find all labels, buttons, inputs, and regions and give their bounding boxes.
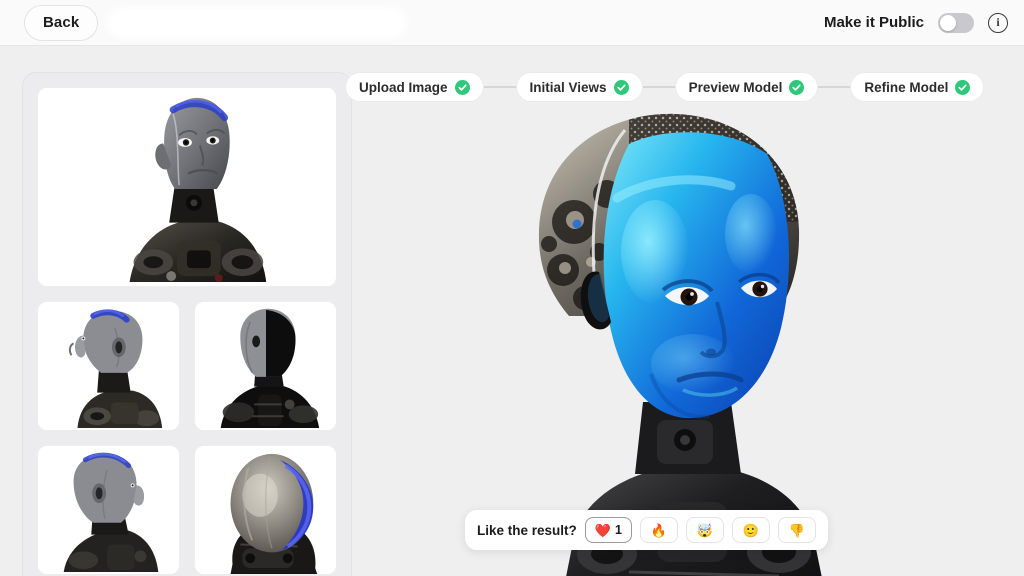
reaction-prompt-label: Like the result? — [477, 522, 577, 538]
step-upload-image[interactable]: Upload Image — [345, 72, 484, 102]
thumbnail-left-profile[interactable] — [37, 301, 180, 431]
header-actions: Make it Public i — [823, 12, 1008, 33]
app-root: Back Make it Public i Upload Image Initi… — [0, 0, 1024, 576]
make-it-public-label: Make it Public — [823, 14, 924, 31]
thumbs-down-icon: 👎 — [788, 522, 806, 538]
make-it-public-toggle[interactable] — [938, 12, 974, 33]
robot-back-view-image — [195, 302, 336, 430]
reaction-fire-button[interactable]: 🔥 — [639, 517, 678, 543]
fire-icon: 🔥 — [650, 522, 668, 538]
toggle-knob — [940, 14, 956, 31]
progress-stepper: Upload Image Initial Views Preview Model… — [345, 72, 1005, 102]
step-connector — [642, 86, 675, 88]
smile-icon: 🙂 — [742, 522, 760, 538]
model-viewport[interactable] — [353, 46, 1024, 576]
check-circle-icon — [789, 79, 805, 95]
step-initial-views[interactable]: Initial Views — [515, 72, 643, 102]
reaction-count: 1 — [614, 522, 622, 537]
info-circle-icon[interactable]: i — [988, 12, 1008, 33]
step-refine-model[interactable]: Refine Model — [850, 72, 985, 102]
top-header-bar: Back Make it Public i — [0, 0, 1024, 46]
back-button[interactable]: Back — [24, 4, 99, 41]
thumbnail-top-down-view[interactable] — [194, 445, 337, 575]
project-title-redacted — [112, 11, 403, 34]
robot-top-down-image — [195, 446, 336, 574]
step-preview-model[interactable]: Preview Model — [674, 72, 819, 102]
robot-left-profile-image — [38, 302, 179, 430]
thumbnail-row-1 — [37, 301, 337, 431]
step-label: Preview Model — [688, 79, 783, 95]
hero-thumbnail[interactable] — [37, 87, 337, 287]
reaction-bar: Like the result? ❤️ 1 🔥 🤯 🙂 👎 — [465, 510, 828, 550]
check-circle-icon — [454, 79, 470, 95]
thumbnail-row-2 — [37, 445, 337, 575]
step-label: Upload Image — [359, 79, 448, 95]
robot-front-view-image — [38, 88, 336, 286]
step-connector — [818, 86, 851, 88]
step-label: Initial Views — [529, 79, 607, 95]
heart-icon: ❤️ — [594, 522, 611, 538]
thumbnail-right-profile[interactable] — [37, 445, 180, 575]
step-connector — [483, 86, 516, 88]
mind-blown-icon: 🤯 — [696, 522, 714, 538]
reaction-mind-blown-button[interactable]: 🤯 — [685, 517, 724, 543]
check-circle-icon — [613, 79, 629, 95]
robot-right-profile-image — [38, 446, 179, 574]
step-label: Refine Model — [864, 79, 949, 95]
robot-model-render — [538, 113, 822, 576]
reaction-thumbs-down-button[interactable]: 👎 — [777, 517, 816, 543]
thumbnail-back-view[interactable] — [194, 301, 337, 431]
reaction-smile-button[interactable]: 🙂 — [731, 517, 770, 543]
robot-3d-model[interactable] — [479, 102, 899, 576]
reaction-heart-button[interactable]: ❤️ 1 — [584, 517, 632, 543]
check-circle-icon — [955, 79, 971, 95]
thumbnail-sidebar — [22, 72, 352, 576]
